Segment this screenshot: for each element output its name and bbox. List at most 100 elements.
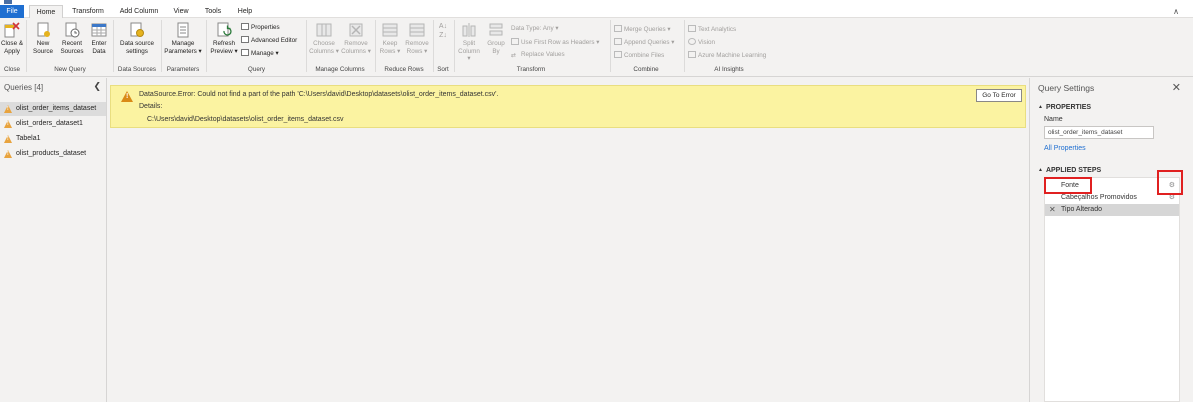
tab-help[interactable]: Help [232,5,258,18]
data-source-settings-button[interactable]: Data source settings [116,22,158,55]
query-item[interactable]: olist_orders_dataset1 [0,117,106,131]
choose-columns-label-2: Columns [309,47,334,55]
azure-ml-button[interactable]: Azure Machine Learning [688,51,766,59]
combine-files-button[interactable]: Combine Files [614,51,664,59]
append-queries-icon [614,38,622,45]
new-source-label-2: Source [33,47,53,55]
properties-section-header[interactable]: ▲ PROPERTIES [1038,104,1091,111]
close-icon[interactable]: ✕ [1172,81,1181,94]
group-by-icon [488,22,504,38]
applied-steps-heading: APPLIED STEPS [1045,167,1102,174]
query-item[interactable]: olist_products_dataset [0,147,106,161]
manage-button[interactable]: Manage ▾ [241,49,279,57]
tab-tools[interactable]: Tools [198,5,228,18]
choose-columns-button[interactable]: Choose Columns ▾ [309,22,339,55]
query-name-input[interactable]: olist_order_items_dataset [1044,126,1154,139]
collapse-triangle-icon: ▲ [1038,167,1043,173]
collapse-pane-icon[interactable]: ❮ [93,81,101,92]
error-banner: DataSource.Error: Could not find a part … [110,85,1026,128]
table-icon [91,22,107,38]
combine-files-icon [614,51,622,58]
keep-rows-icon [382,22,398,38]
tab-add-column[interactable]: Add Column [114,5,164,18]
query-item-label: Tabela1 [16,135,41,142]
tab-transform[interactable]: Transform [66,5,110,18]
advanced-editor-label: Advanced Editor [251,37,298,44]
applied-step[interactable]: ✕ Tipo Alterado [1045,204,1179,216]
remove-columns-button[interactable]: Remove Columns ▾ [341,22,371,55]
enter-data-button[interactable]: Enter Data [88,22,110,55]
query-item[interactable]: olist_order_items_dataset [0,102,106,116]
append-queries-button[interactable]: Append Queries ▾ [614,38,674,46]
app-icon [4,0,12,4]
tab-home[interactable]: Home [29,5,63,18]
close-apply-label: Close & [0,40,24,47]
first-row-icon [511,38,519,45]
applied-steps-list: Fonte ⚙ Cabeçalhos Promovidos ⚙ ✕ Tipo A… [1044,177,1180,402]
tab-file[interactable]: File [0,5,24,18]
sort-ascending-icon: A↓ [438,23,448,30]
ribbon: Close & Apply Close New Source Recent So… [0,18,1193,77]
manage-parameters-button[interactable]: Manage Parameters ▾ [163,22,203,55]
sort-ascending-button[interactable]: A↓ Z↓ [436,22,450,40]
close-apply-icon [4,22,20,38]
merge-queries-button[interactable]: Merge Queries ▾ [614,25,671,33]
error-message: DataSource.Error: Could not find a part … [139,91,499,98]
warning-icon [4,135,12,143]
new-source-label: New [36,40,50,47]
group-label-sort: Sort [437,66,449,73]
group-label-query: Query [247,66,266,73]
all-properties-link[interactable]: All Properties [1044,145,1086,152]
text-analytics-button[interactable]: Text Analytics [688,25,736,33]
replace-values-button[interactable]: ⇄ Replace Values [511,51,565,59]
go-to-error-button[interactable]: Go To Error [976,89,1022,102]
main-area: DataSource.Error: Could not find a part … [108,78,1028,402]
group-by-button[interactable]: Group By [484,22,508,55]
name-label: Name [1044,116,1063,123]
highlight-box-step [1044,177,1092,194]
properties-icon [241,23,249,30]
separator [306,20,307,72]
highlight-box-gear [1157,170,1183,195]
new-source-button[interactable]: New Source [30,22,56,55]
tab-view[interactable]: View [168,5,194,18]
advanced-editor-button[interactable]: Advanced Editor [241,36,297,44]
remove-columns-label-2: Columns [341,47,366,55]
text-analytics-label: Text Analytics [698,26,737,33]
query-item-label: olist_products_dataset [16,150,87,157]
recent-sources-label-2: Sources [60,47,84,55]
use-first-row-button[interactable]: Use First Row as Headers ▾ [511,38,599,46]
new-source-icon [35,22,51,38]
refresh-icon [216,22,232,38]
error-path: C:\Users\david\Desktop\datasets\olist_or… [147,116,344,123]
query-item-label: olist_order_items_dataset [16,105,97,112]
remove-rows-label: Remove [405,40,429,47]
data-type-dropdown[interactable]: Data Type: Any ▾ [511,25,559,32]
eye-icon [688,38,696,45]
properties-button[interactable]: Properties [241,23,280,31]
close-apply-button[interactable]: Close & Apply [0,22,24,55]
delete-step-icon[interactable]: ✕ [1049,204,1056,216]
warning-icon [4,120,12,128]
keep-rows-label: Keep [382,40,398,47]
query-item[interactable]: Tabela1 [0,132,106,146]
group-label-manage-columns: Manage Columns [315,66,365,73]
vision-button[interactable]: Vision [688,38,715,46]
applied-steps-section-header[interactable]: ▲ APPLIED STEPS [1038,167,1101,174]
separator [433,20,434,72]
separator [454,20,455,72]
recent-sources-icon [64,22,80,38]
warning-icon [4,105,12,113]
split-column-button[interactable]: Split Column ▾ [456,22,482,63]
keep-rows-button[interactable]: Keep Rows ▾ [378,22,402,55]
group-by-label: Group [487,40,505,47]
query-item-label: olist_orders_dataset1 [16,120,83,127]
manage-icon [241,49,249,56]
remove-rows-button[interactable]: Remove Rows ▾ [404,22,430,55]
data-source-settings-icon [129,22,145,38]
recent-sources-button[interactable]: Recent Sources [58,22,86,55]
collapse-ribbon-icon[interactable]: ∧ [1173,7,1179,16]
refresh-preview-button[interactable]: Refresh Preview ▾ [209,22,239,55]
queries-header: Queries [4] [4,83,44,92]
separator [684,20,685,72]
